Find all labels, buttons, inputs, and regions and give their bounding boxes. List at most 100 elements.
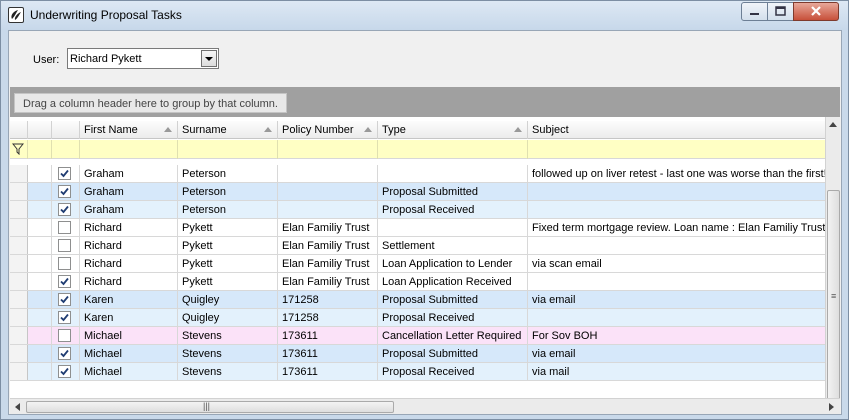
cell-type[interactable]: Proposal Submitted bbox=[378, 345, 528, 362]
cell-type[interactable]: Proposal Received bbox=[378, 309, 528, 326]
table-row[interactable]: Richard Pykett Elan Familiy Trust Loan Appl… bbox=[10, 255, 825, 273]
cell-surname[interactable]: Quigley bbox=[178, 291, 278, 308]
cell-policy-number[interactable]: 173611 bbox=[278, 327, 378, 344]
user-dropdown-button[interactable] bbox=[201, 50, 217, 67]
cell-first-name[interactable]: Michael bbox=[80, 327, 178, 344]
task-checkbox[interactable] bbox=[58, 203, 71, 216]
table-row[interactable]: Richard Pykett Elan Familiy Trust Settlemen… bbox=[10, 237, 825, 255]
filter-cell-policy-number[interactable] bbox=[278, 140, 378, 159]
task-checkbox[interactable] bbox=[58, 293, 71, 306]
column-header-subject[interactable]: Subject bbox=[528, 121, 825, 139]
cell-subject[interactable]: via email bbox=[528, 345, 825, 362]
row-selector[interactable] bbox=[10, 363, 28, 380]
row-selector[interactable] bbox=[10, 291, 28, 308]
cell-blank[interactable] bbox=[28, 255, 52, 272]
cell-policy-number[interactable]: Elan Familiy Trust bbox=[278, 237, 378, 254]
task-checkbox[interactable] bbox=[58, 185, 71, 198]
column-header-policy-number[interactable]: Policy Number bbox=[278, 121, 378, 139]
cell-surname[interactable]: Peterson bbox=[178, 165, 278, 182]
cell-blank[interactable] bbox=[28, 345, 52, 362]
horizontal-scrollbar[interactable]: ||| bbox=[10, 398, 840, 414]
cell-subject[interactable]: via email bbox=[528, 291, 825, 308]
title-bar[interactable]: Underwriting Proposal Tasks bbox=[1, 1, 848, 30]
check-column-header[interactable] bbox=[28, 121, 52, 139]
cell-surname[interactable]: Peterson bbox=[178, 183, 278, 200]
cell-surname[interactable]: Stevens bbox=[178, 345, 278, 362]
cell-policy-number[interactable] bbox=[278, 183, 378, 200]
cell-subject[interactable] bbox=[528, 183, 825, 200]
close-button[interactable] bbox=[793, 2, 839, 21]
row-selector[interactable] bbox=[10, 165, 28, 182]
cell-first-name[interactable]: Michael bbox=[80, 345, 178, 362]
cell-type[interactable] bbox=[378, 219, 528, 236]
cell-blank[interactable] bbox=[28, 183, 52, 200]
filter-cell-surname[interactable] bbox=[178, 140, 278, 159]
table-row[interactable]: Graham Peterson Proposal Received bbox=[10, 201, 825, 219]
blank-column-header[interactable] bbox=[52, 121, 80, 139]
cell-surname[interactable]: Quigley bbox=[178, 309, 278, 326]
cell-policy-number[interactable] bbox=[278, 201, 378, 218]
cell-surname[interactable]: Pykett bbox=[178, 219, 278, 236]
filter-row-selector[interactable] bbox=[10, 140, 28, 159]
task-checkbox[interactable] bbox=[58, 311, 71, 324]
cell-subject[interactable] bbox=[528, 237, 825, 254]
cell-type[interactable]: Proposal Received bbox=[378, 363, 528, 380]
table-row[interactable]: Karen Quigley 171258 Proposal Submitted via … bbox=[10, 291, 825, 309]
task-checkbox[interactable] bbox=[58, 275, 71, 288]
cell-first-name[interactable]: Graham bbox=[80, 201, 178, 218]
row-selector[interactable] bbox=[10, 183, 28, 200]
task-checkbox[interactable] bbox=[58, 329, 71, 342]
row-selector[interactable] bbox=[10, 201, 28, 218]
group-by-panel[interactable]: Drag a column header here to group by th… bbox=[10, 87, 840, 117]
row-selector[interactable] bbox=[10, 345, 28, 362]
cell-blank[interactable] bbox=[28, 291, 52, 308]
app-logo-icon[interactable] bbox=[8, 7, 24, 23]
filter-cell[interactable] bbox=[28, 140, 52, 159]
cell-type[interactable]: Loan Application Received bbox=[378, 273, 528, 290]
task-checkbox[interactable] bbox=[58, 257, 71, 270]
cell-blank[interactable] bbox=[28, 219, 52, 236]
cell-first-name[interactable]: Richard bbox=[80, 273, 178, 290]
filter-cell-first-name[interactable] bbox=[80, 140, 178, 159]
table-row[interactable]: Karen Quigley 171258 Proposal Received bbox=[10, 309, 825, 327]
maximize-button[interactable] bbox=[767, 2, 794, 21]
cell-first-name[interactable]: Graham bbox=[80, 183, 178, 200]
cell-subject[interactable] bbox=[528, 273, 825, 290]
task-checkbox[interactable] bbox=[58, 167, 71, 180]
cell-first-name[interactable]: Michael bbox=[80, 363, 178, 380]
row-selector[interactable] bbox=[10, 219, 28, 236]
cell-first-name[interactable]: Karen bbox=[80, 291, 178, 308]
table-row[interactable]: Graham Peterson Proposal Submitted bbox=[10, 183, 825, 201]
cell-type[interactable]: Proposal Submitted bbox=[378, 291, 528, 308]
user-dropdown[interactable]: Richard Pykett bbox=[67, 48, 219, 69]
column-header-type[interactable]: Type bbox=[378, 121, 528, 139]
row-selector[interactable] bbox=[10, 273, 28, 290]
cell-first-name[interactable]: Richard bbox=[80, 255, 178, 272]
cell-blank[interactable] bbox=[28, 309, 52, 326]
scroll-right-icon[interactable] bbox=[829, 403, 834, 411]
minimize-button[interactable] bbox=[741, 2, 768, 21]
table-row[interactable]: Graham Peterson followed up on liver retes… bbox=[10, 165, 825, 183]
cell-first-name[interactable]: Graham bbox=[80, 165, 178, 182]
cell-surname[interactable]: Pykett bbox=[178, 237, 278, 254]
cell-policy-number[interactable]: 171258 bbox=[278, 291, 378, 308]
row-selector[interactable] bbox=[10, 255, 28, 272]
column-header-surname[interactable]: Surname bbox=[178, 121, 278, 139]
scroll-left-icon[interactable] bbox=[15, 403, 20, 411]
cell-surname[interactable]: Pykett bbox=[178, 273, 278, 290]
cell-blank[interactable] bbox=[28, 237, 52, 254]
cell-type[interactable]: Loan Application to Lender bbox=[378, 255, 528, 272]
cell-policy-number[interactable]: Elan Familiy Trust bbox=[278, 255, 378, 272]
filter-cell[interactable] bbox=[52, 140, 80, 159]
cell-policy-number[interactable]: 171258 bbox=[278, 309, 378, 326]
task-checkbox[interactable] bbox=[58, 221, 71, 234]
cell-first-name[interactable]: Richard bbox=[80, 219, 178, 236]
cell-type[interactable] bbox=[378, 165, 528, 182]
scroll-up-icon[interactable] bbox=[829, 122, 837, 127]
cell-policy-number[interactable]: Elan Familiy Trust bbox=[278, 219, 378, 236]
cell-blank[interactable] bbox=[28, 165, 52, 182]
cell-subject[interactable]: via mail bbox=[528, 363, 825, 380]
vertical-scrollbar[interactable]: ≡ bbox=[825, 117, 840, 413]
task-checkbox[interactable] bbox=[58, 347, 71, 360]
cell-surname[interactable]: Stevens bbox=[178, 363, 278, 380]
